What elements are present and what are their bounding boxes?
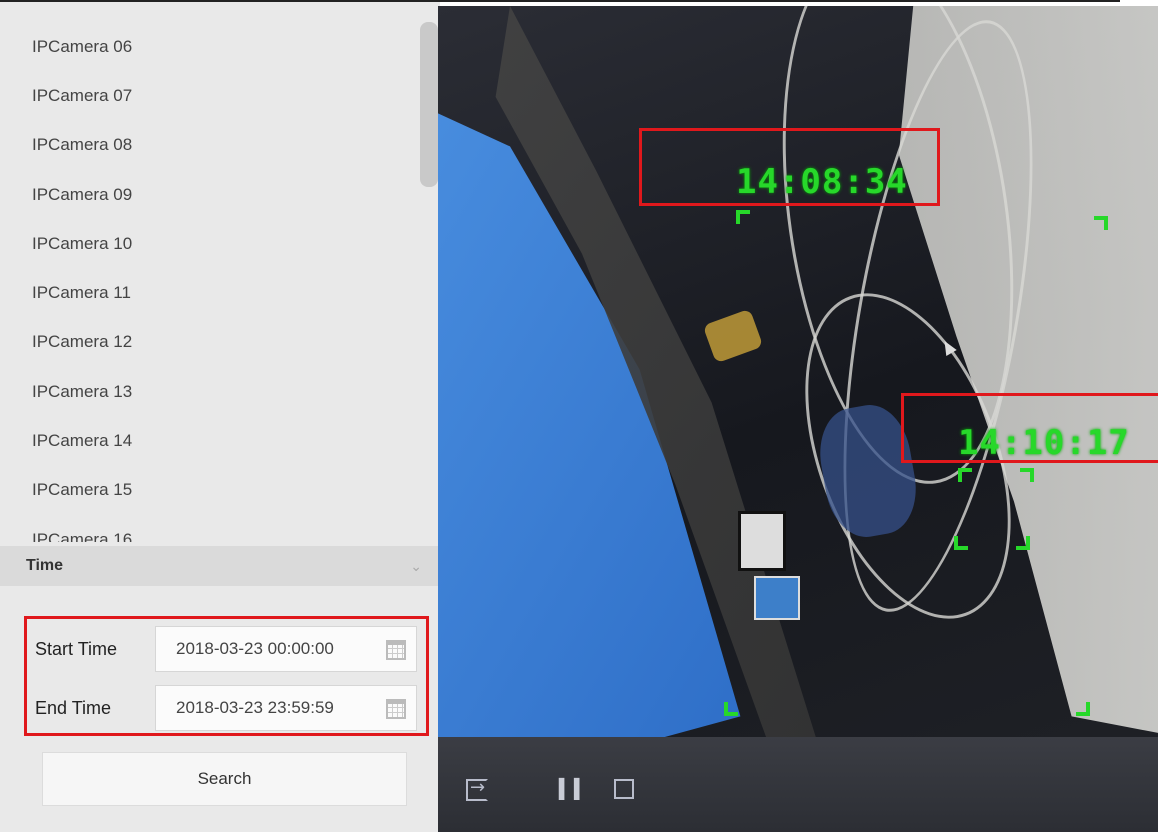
- chevron-down-icon[interactable]: ⌄: [410, 558, 422, 575]
- time-range-highlight: Start Time 2018-03-23 00:00:00 End Time …: [24, 616, 429, 736]
- list-scrollbar[interactable]: [420, 22, 438, 187]
- list-item[interactable]: IPCamera 12: [0, 318, 440, 367]
- detection-corner: [724, 702, 738, 716]
- time-section-title: Time: [26, 557, 64, 574]
- video-scene-sticker: [754, 576, 800, 620]
- list-item[interactable]: IPCamera 15: [0, 466, 440, 515]
- list-item[interactable]: IPCamera 06: [0, 22, 440, 71]
- list-item[interactable]: IPCamera 08: [0, 121, 440, 170]
- start-time-value[interactable]: 2018-03-23 00:00:00: [176, 639, 381, 659]
- time-section-header[interactable]: Time ⌄: [0, 546, 440, 586]
- list-item[interactable]: IPCamera 10: [0, 219, 440, 268]
- top-divider: [0, 0, 1120, 2]
- start-time-row: Start Time 2018-03-23 00:00:00: [27, 623, 427, 675]
- calendar-icon[interactable]: [386, 640, 406, 660]
- exit-icon[interactable]: [466, 777, 488, 801]
- camera-list[interactable]: IPCamera 06 IPCamera 07 IPCamera 08 IPCa…: [0, 22, 440, 542]
- end-time-field[interactable]: 2018-03-23 23:59:59: [155, 685, 417, 731]
- detection-corner: [1020, 468, 1034, 482]
- timestamp-highlight: [639, 128, 940, 206]
- video-scene-object: [702, 308, 764, 364]
- list-item[interactable]: IPCamera 14: [0, 416, 440, 465]
- end-time-value[interactable]: 2018-03-23 23:59:59: [176, 698, 381, 718]
- list-item[interactable]: IPCamera 16: [0, 515, 440, 542]
- start-time-field[interactable]: 2018-03-23 00:00:00: [155, 626, 417, 672]
- end-time-label: End Time: [35, 697, 112, 718]
- detection-corner: [954, 536, 968, 550]
- list-item[interactable]: IPCamera 07: [0, 71, 440, 120]
- list-item[interactable]: IPCamera 11: [0, 268, 440, 317]
- search-button[interactable]: Search: [42, 752, 407, 806]
- search-panel: IPCamera 06 IPCamera 07 IPCamera 08 IPCa…: [0, 0, 440, 832]
- pause-icon[interactable]: II: [556, 773, 586, 808]
- stop-icon[interactable]: [614, 779, 634, 799]
- video-scene-sticker: [738, 511, 786, 571]
- detection-corner: [1076, 702, 1090, 716]
- list-item[interactable]: IPCamera 09: [0, 170, 440, 219]
- detection-corner: [1094, 216, 1108, 230]
- timestamp-highlight: [901, 393, 1158, 463]
- video-playback-view[interactable]: 14:08:34 14:10:17 II: [438, 6, 1158, 832]
- playback-control-bar: II: [438, 737, 1158, 832]
- detection-corner: [736, 210, 750, 224]
- start-time-label: Start Time: [35, 638, 118, 659]
- list-item[interactable]: IPCamera 13: [0, 367, 440, 416]
- calendar-icon[interactable]: [386, 699, 406, 719]
- end-time-row: End Time 2018-03-23 23:59:59: [27, 682, 427, 734]
- detection-corner: [1016, 536, 1030, 550]
- detection-corner: [958, 468, 972, 482]
